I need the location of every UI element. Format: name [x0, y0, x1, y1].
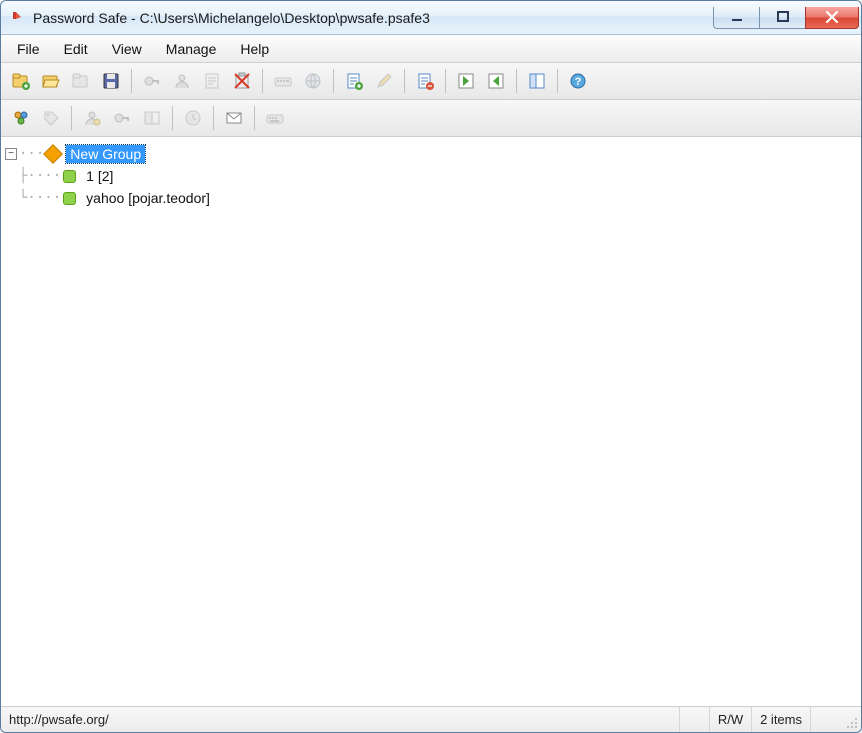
app-icon	[9, 9, 27, 27]
app-window: Password Safe - C:\Users\Michelangelo\De…	[0, 0, 862, 733]
delete-entry-icon[interactable]	[411, 67, 439, 95]
copy-username-icon[interactable]	[168, 67, 196, 95]
maximize-button[interactable]	[759, 7, 805, 29]
window-controls	[713, 1, 859, 34]
menu-file[interactable]: File	[5, 35, 52, 62]
group-icon	[43, 144, 63, 164]
copy-password-icon[interactable]	[138, 67, 166, 95]
entry-label[interactable]: 1 [2]	[82, 167, 117, 185]
tree-connector: └····	[19, 190, 61, 206]
add-entry-icon[interactable]	[340, 67, 368, 95]
save-db-icon[interactable]	[97, 67, 125, 95]
tree-connector: ├····	[19, 168, 61, 184]
status-item-count: 2 items	[752, 707, 811, 732]
compare-icon[interactable]	[138, 104, 166, 132]
clear-clipboard-icon[interactable]	[228, 67, 256, 95]
entry-label[interactable]: yahoo [pojar.teodor]	[82, 189, 214, 207]
email-icon[interactable]	[220, 104, 248, 132]
collapse-icon[interactable]	[482, 67, 510, 95]
autotype-icon[interactable]	[269, 67, 297, 95]
toolbar-separator	[71, 106, 72, 130]
resize-grip-icon[interactable]	[841, 707, 861, 732]
expand-icon[interactable]	[452, 67, 480, 95]
status-empty2	[811, 707, 841, 732]
close-button[interactable]	[805, 7, 859, 29]
menu-help[interactable]: Help	[228, 35, 281, 62]
expander-icon[interactable]: −	[5, 148, 17, 160]
toolbar-separator	[213, 106, 214, 130]
toolbar-separator	[516, 69, 517, 93]
generate-password-icon[interactable]	[108, 104, 136, 132]
toolbar-separator	[131, 69, 132, 93]
toolbar-separator	[557, 69, 558, 93]
secondary-toolbar	[1, 100, 861, 137]
toolbar-separator	[445, 69, 446, 93]
browse-url-icon[interactable]	[299, 67, 327, 95]
toolbar-separator	[404, 69, 405, 93]
tree-connector: ···	[19, 146, 44, 162]
manage-filters-icon[interactable]	[7, 104, 35, 132]
edit-entry-icon[interactable]	[370, 67, 398, 95]
statusbar: http://pwsafe.org/ R/W 2 items	[1, 706, 861, 732]
toolbar-separator	[172, 106, 173, 130]
new-db-icon[interactable]	[7, 67, 35, 95]
password-policy-icon[interactable]	[78, 104, 106, 132]
options-icon[interactable]	[523, 67, 551, 95]
status-url: http://pwsafe.org/	[1, 707, 680, 732]
group-label[interactable]: New Group	[66, 145, 145, 163]
entries-tree[interactable]: − ··· New Group ├···· 1 [2] └···· yahoo …	[1, 137, 861, 706]
keyboard-icon[interactable]	[261, 104, 289, 132]
open-db-icon[interactable]	[37, 67, 65, 95]
entry-icon	[63, 170, 76, 183]
menu-view[interactable]: View	[100, 35, 154, 62]
toolbar-separator	[254, 106, 255, 130]
titlebar: Password Safe - C:\Users\Michelangelo\De…	[1, 1, 861, 35]
toolbar-separator	[262, 69, 263, 93]
entry-icon	[63, 192, 76, 205]
status-empty	[680, 707, 710, 732]
close-db-icon[interactable]	[67, 67, 95, 95]
menubar: File Edit View Manage Help	[1, 35, 861, 63]
main-toolbar: ?	[1, 63, 861, 100]
status-rw: R/W	[710, 707, 752, 732]
tree-group-row[interactable]: − ··· New Group	[5, 143, 857, 165]
backup-icon[interactable]	[179, 104, 207, 132]
svg-text:?: ?	[575, 76, 582, 88]
copy-notes-icon[interactable]	[198, 67, 226, 95]
window-title: Password Safe - C:\Users\Michelangelo\De…	[33, 10, 713, 26]
toolbar-separator	[333, 69, 334, 93]
menu-manage[interactable]: Manage	[154, 35, 229, 62]
minimize-button[interactable]	[713, 7, 759, 29]
help-icon[interactable]: ?	[564, 67, 592, 95]
tree-entry-row[interactable]: └···· yahoo [pojar.teodor]	[5, 187, 857, 209]
tag-icon[interactable]	[37, 104, 65, 132]
tree-entry-row[interactable]: ├···· 1 [2]	[5, 165, 857, 187]
menu-edit[interactable]: Edit	[52, 35, 100, 62]
